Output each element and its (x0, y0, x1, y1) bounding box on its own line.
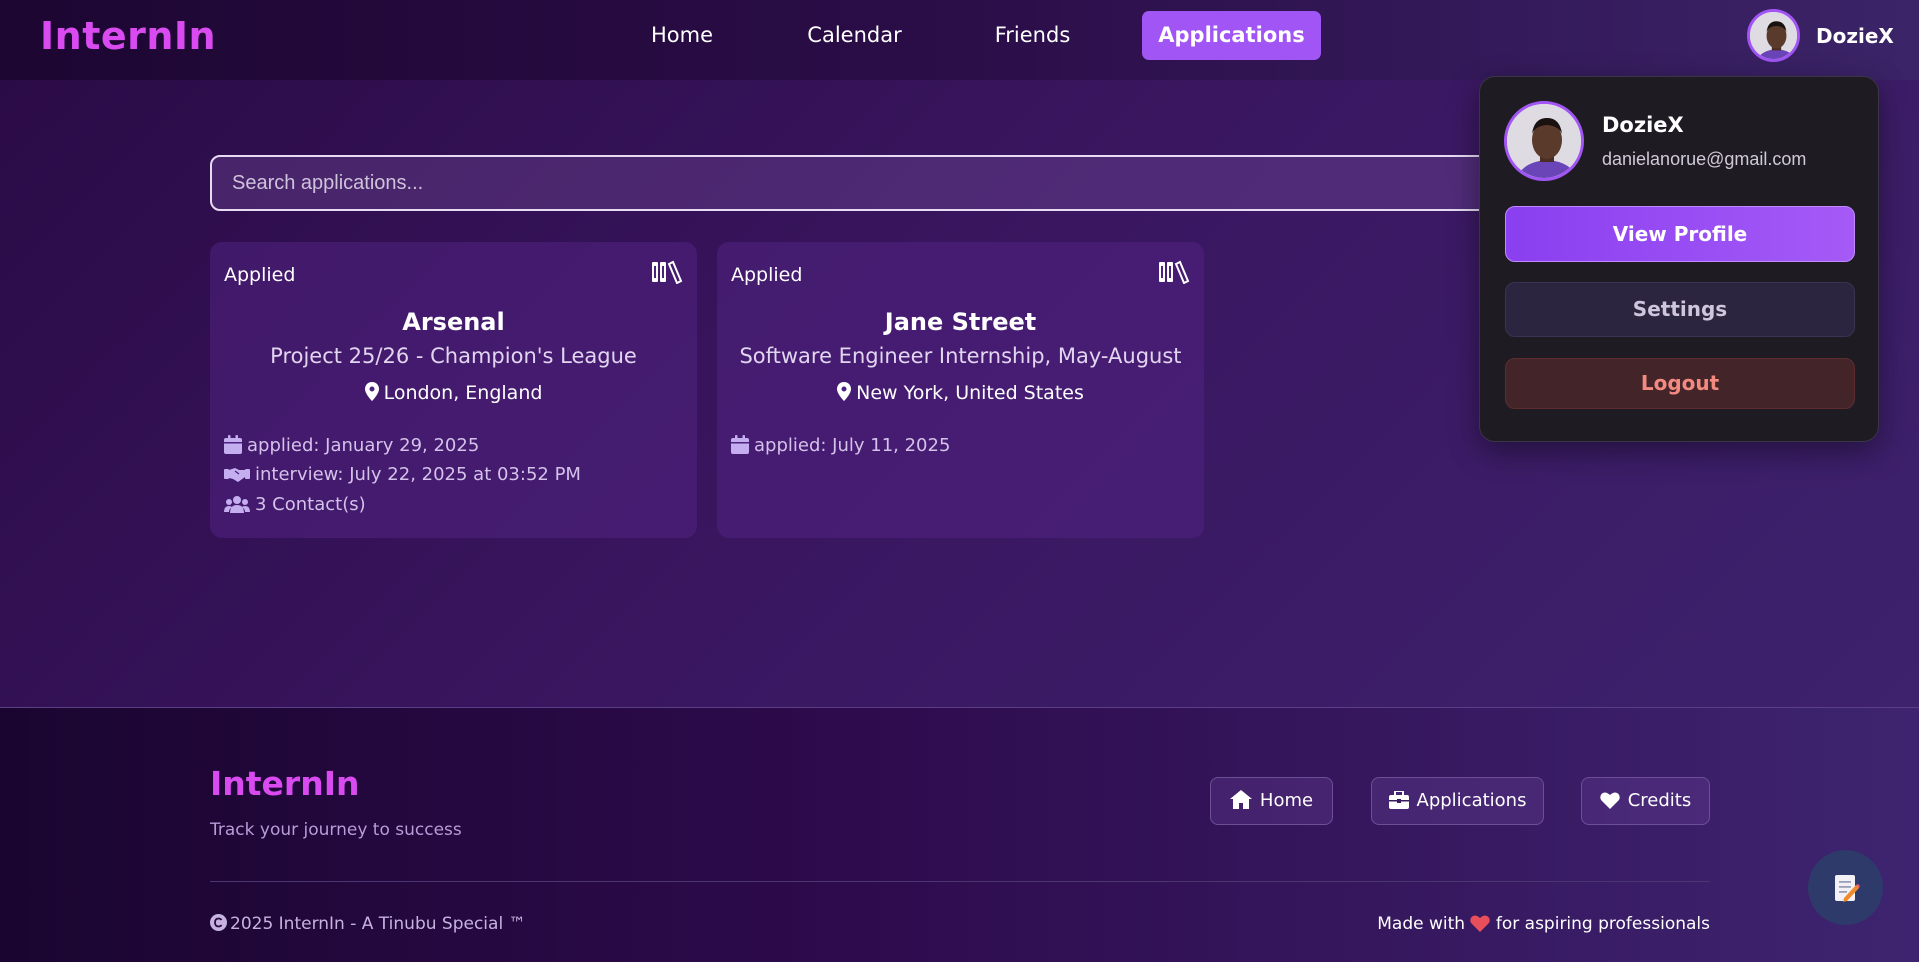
made-with-prefix: Made with (1377, 914, 1466, 934)
nav-username[interactable]: DozieX (1816, 24, 1894, 48)
nav-applications[interactable]: Applications (1142, 11, 1321, 60)
location: London, England (210, 382, 697, 404)
footer-applications-label: Applications (1416, 790, 1527, 811)
app-logo[interactable]: InternIn (40, 14, 216, 58)
avatar-portrait-icon (1507, 104, 1581, 178)
footer-home-label: Home (1259, 790, 1314, 811)
application-card[interactable]: Applied Arsenal Project 25/26 - Champion… (210, 242, 697, 538)
map-pin-icon (837, 382, 852, 401)
made-with-suffix: for aspiring professionals (1495, 914, 1710, 934)
calendar-icon (731, 435, 749, 454)
nav-calendar[interactable]: Calendar (792, 11, 917, 60)
profile-dropdown: DozieX danielanorue@gmail.com View Profi… (1479, 76, 1879, 442)
footer-divider (210, 881, 1710, 882)
company-name: Arsenal (402, 308, 505, 336)
copyright-icon (210, 914, 227, 931)
briefcase-icon (1388, 790, 1409, 809)
location-text: New York, United States (856, 382, 1084, 404)
home-icon (1229, 790, 1252, 809)
footer-applications-button[interactable]: Applications (1371, 777, 1544, 825)
footer-home-button[interactable]: Home (1210, 777, 1333, 825)
settings-button[interactable]: Settings (1505, 282, 1855, 337)
footer-logo: InternIn (210, 764, 360, 803)
avatar (1504, 101, 1584, 181)
company-name: Jane Street (884, 308, 1037, 336)
feedback-fab[interactable] (1808, 850, 1883, 925)
location-text: London, England (383, 382, 543, 404)
applied-date: applied: January 29, 2025 (224, 435, 479, 456)
applied-text: applied: July 11, 2025 (754, 435, 951, 456)
role-title: Project 25/26 - Champion's League (270, 344, 637, 368)
contacts-text: 3 Contact(s) (255, 494, 366, 515)
location: New York, United States (717, 382, 1204, 404)
heart-icon (1599, 792, 1620, 809)
interview-text: interview: July 22, 2025 at 03:52 PM (255, 464, 581, 485)
profile-name: DozieX (1602, 113, 1684, 137)
archive-icon[interactable] (651, 260, 683, 284)
map-pin-icon (364, 382, 379, 401)
footer-tagline: Track your journey to success (210, 820, 462, 840)
view-profile-button[interactable]: View Profile (1505, 206, 1855, 262)
applied-date: applied: July 11, 2025 (731, 435, 950, 456)
contacts-count: 3 Contact(s) (224, 494, 366, 515)
users-icon (224, 496, 250, 513)
copyright-text: 2025 InternIn - A Tinubu Special ™ (230, 914, 526, 934)
copyright: 2025 InternIn - A Tinubu Special ™ (210, 914, 526, 934)
avatar-portrait-icon (1750, 12, 1797, 59)
memo-icon (1834, 874, 1860, 902)
interview-date: interview: July 22, 2025 at 03:52 PM (224, 464, 581, 485)
avatar[interactable] (1747, 9, 1800, 62)
top-nav: InternIn Home Calendar Friends Applicati… (0, 0, 1919, 80)
footer-credits-label: Credits (1627, 790, 1692, 811)
applied-text: applied: January 29, 2025 (247, 435, 480, 456)
made-with: Made with for aspiring professionals (1377, 914, 1710, 934)
footer-credits-button[interactable]: Credits (1581, 777, 1710, 825)
archive-icon[interactable] (1158, 260, 1190, 284)
profile-email: danielanorue@gmail.com (1602, 149, 1807, 169)
heart-icon (1470, 915, 1491, 932)
calendar-icon (224, 435, 242, 454)
handshake-icon (224, 468, 250, 482)
nav-home[interactable]: Home (627, 11, 737, 60)
status-label: Applied (731, 264, 803, 286)
status-label: Applied (224, 264, 296, 286)
nav-friends[interactable]: Friends (980, 11, 1085, 60)
footer: InternIn Track your journey to success H… (0, 707, 1919, 962)
role-title: Software Engineer Internship, May-August (739, 344, 1182, 368)
logout-button[interactable]: Logout (1505, 358, 1855, 409)
application-card[interactable]: Applied Jane Street Software Engineer In… (717, 242, 1204, 538)
